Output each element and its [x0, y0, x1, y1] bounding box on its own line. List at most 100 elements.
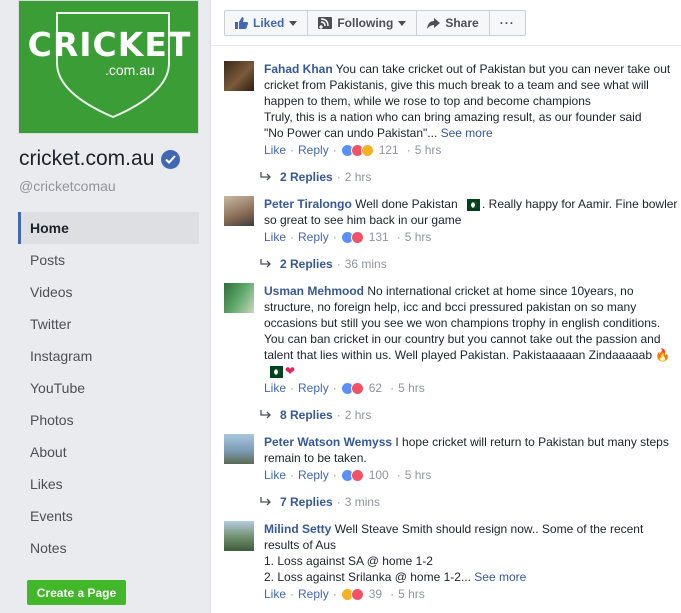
reply-link[interactable]: Reply: [298, 467, 329, 484]
replies-time: 2 hrs: [344, 408, 372, 422]
separator-dot: ·: [290, 587, 295, 601]
nav-item-likes[interactable]: Likes: [18, 468, 199, 500]
comment-time[interactable]: 5 hrs: [398, 380, 425, 397]
view-replies-link[interactable]: 8 Replies · 2 hrs: [260, 404, 678, 426]
reaction-count[interactable]: 62: [369, 380, 382, 397]
comment-author[interactable]: Fahad Khan: [264, 62, 333, 76]
separator-dot: ·: [336, 408, 341, 422]
reply-link[interactable]: Reply: [298, 142, 329, 159]
comment-author[interactable]: Peter Watson Wemyss: [264, 435, 392, 449]
comment-meta: Like · Reply · 131 · 5 hrs: [264, 229, 678, 246]
nav-item-youtube[interactable]: YouTube: [18, 372, 199, 404]
comment-body: Milind Setty Well Steave Smith should re…: [264, 512, 678, 585]
love-reaction-icon: [350, 469, 364, 482]
comment-meta: Like · Reply · 121 · 5 hrs: [264, 142, 678, 159]
nav-item-twitter[interactable]: Twitter: [18, 308, 199, 340]
verified-badge-icon: [161, 149, 181, 169]
liked-button[interactable]: Liked: [225, 11, 309, 35]
comment-body: Fahad Khan You can take cricket out of P…: [264, 52, 678, 141]
comment-time[interactable]: 5 hrs: [405, 467, 432, 484]
nav-item-instagram[interactable]: Instagram: [18, 340, 199, 372]
comment-author[interactable]: Peter Tiralongo: [264, 197, 352, 211]
separator-dot: ·: [336, 495, 341, 509]
replies-count[interactable]: 7 Replies: [280, 491, 333, 513]
like-link[interactable]: Like: [264, 586, 286, 603]
avatar[interactable]: [224, 283, 254, 313]
page-name[interactable]: cricket.com.au: [19, 147, 154, 171]
avatar[interactable]: [224, 196, 254, 226]
more-options-button[interactable]: ···: [490, 11, 525, 35]
avatar[interactable]: [224, 521, 254, 551]
nav-item-photos[interactable]: Photos: [18, 404, 199, 436]
reactions-summary[interactable]: [340, 588, 364, 601]
like-link[interactable]: Like: [264, 467, 286, 484]
comment-time[interactable]: 5 hrs: [398, 586, 425, 603]
like-link[interactable]: Like: [264, 380, 286, 397]
reply-link[interactable]: Reply: [298, 586, 329, 603]
see-more-link[interactable]: See more: [474, 570, 526, 584]
nav-item-posts[interactable]: Posts: [18, 244, 199, 276]
comment-body: Usman Mehmood No international cricket a…: [264, 274, 678, 379]
replies-time: 3 mins: [344, 495, 381, 509]
replies-count[interactable]: 2 Replies: [280, 166, 333, 188]
comment-item: Usman Mehmood No international cricket a…: [211, 274, 681, 426]
reactions-summary[interactable]: [340, 144, 374, 157]
view-replies-link[interactable]: 2 Replies · 36 mins: [260, 253, 678, 275]
reaction-count[interactable]: 39: [369, 586, 382, 603]
comment-author[interactable]: Usman Mehmood: [264, 284, 364, 298]
replies-count[interactable]: 2 Replies: [280, 253, 333, 275]
comment-time[interactable]: 5 hrs: [405, 229, 432, 246]
love-reaction-icon: [350, 382, 364, 395]
replies-count[interactable]: 8 Replies: [280, 404, 333, 426]
separator-dot: ·: [390, 587, 395, 601]
comment-text-line: 1. Loss against SA @ home 1-2: [264, 554, 433, 568]
comment-item: Fahad Khan You can take cricket out of P…: [211, 52, 681, 188]
comment-text-line: "No Power can undo Pakistan"...: [264, 126, 438, 140]
comment-time[interactable]: 5 hrs: [415, 142, 442, 159]
page-profile-picture[interactable]: CRICKET .com.au: [18, 0, 199, 134]
separator-dot: ·: [406, 143, 411, 157]
avatar[interactable]: [224, 61, 254, 91]
view-replies-link[interactable]: 2 Replies · 2 hrs: [260, 166, 678, 188]
thumbs-up-icon: [235, 17, 248, 29]
reaction-count[interactable]: 121: [379, 142, 399, 159]
reactions-summary[interactable]: [340, 231, 364, 244]
comment-item: Milind Setty Well Steave Smith should re…: [211, 512, 681, 603]
reaction-count[interactable]: 131: [369, 229, 389, 246]
separator-dot: ·: [336, 170, 341, 184]
separator-dot: ·: [332, 143, 337, 157]
heart-emoji-icon: ❤: [285, 364, 296, 378]
reply-link[interactable]: Reply: [298, 380, 329, 397]
nav-item-events[interactable]: Events: [18, 500, 199, 532]
liked-label: Liked: [253, 16, 285, 30]
love-reaction-icon: [350, 231, 364, 244]
nav-item-videos[interactable]: Videos: [18, 276, 199, 308]
nav-item-home[interactable]: Home: [18, 212, 199, 244]
create-page-button[interactable]: Create a Page: [27, 580, 126, 605]
share-button[interactable]: Share: [417, 11, 490, 35]
comment-item: Peter Watson Wemyss I hope cricket will …: [211, 425, 681, 513]
reaction-count[interactable]: 100: [369, 467, 389, 484]
divider: [211, 45, 681, 46]
page-action-bar: Liked Following Share ···: [224, 10, 526, 36]
view-replies-link[interactable]: 7 Replies · 3 mins: [260, 491, 678, 513]
like-link[interactable]: Like: [264, 229, 286, 246]
comment-author[interactable]: Milind Setty: [264, 522, 331, 536]
nav-item-notes[interactable]: Notes: [18, 532, 199, 564]
comment-meta: Like · Reply · 39 · 5 hrs: [264, 586, 678, 603]
reply-link[interactable]: Reply: [298, 229, 329, 246]
reactions-summary[interactable]: [340, 469, 364, 482]
following-button[interactable]: Following: [308, 11, 418, 35]
pakistan-flag-icon: [266, 365, 283, 378]
page-title[interactable]: cricket.com.au: [19, 147, 181, 171]
reactions-summary[interactable]: [340, 382, 364, 395]
nav-item-about[interactable]: About: [18, 436, 199, 468]
like-link[interactable]: Like: [264, 142, 286, 159]
page-handle[interactable]: @cricketcomau: [19, 178, 116, 194]
see-more-link[interactable]: See more: [441, 126, 493, 140]
reply-arrow-icon: [260, 410, 271, 419]
wow-reaction-icon: [360, 144, 374, 157]
comment-list: Fahad Khan You can take cricket out of P…: [211, 52, 681, 603]
avatar[interactable]: [224, 434, 254, 464]
comment-meta: Like · Reply · 62 · 5 hrs: [264, 380, 678, 397]
